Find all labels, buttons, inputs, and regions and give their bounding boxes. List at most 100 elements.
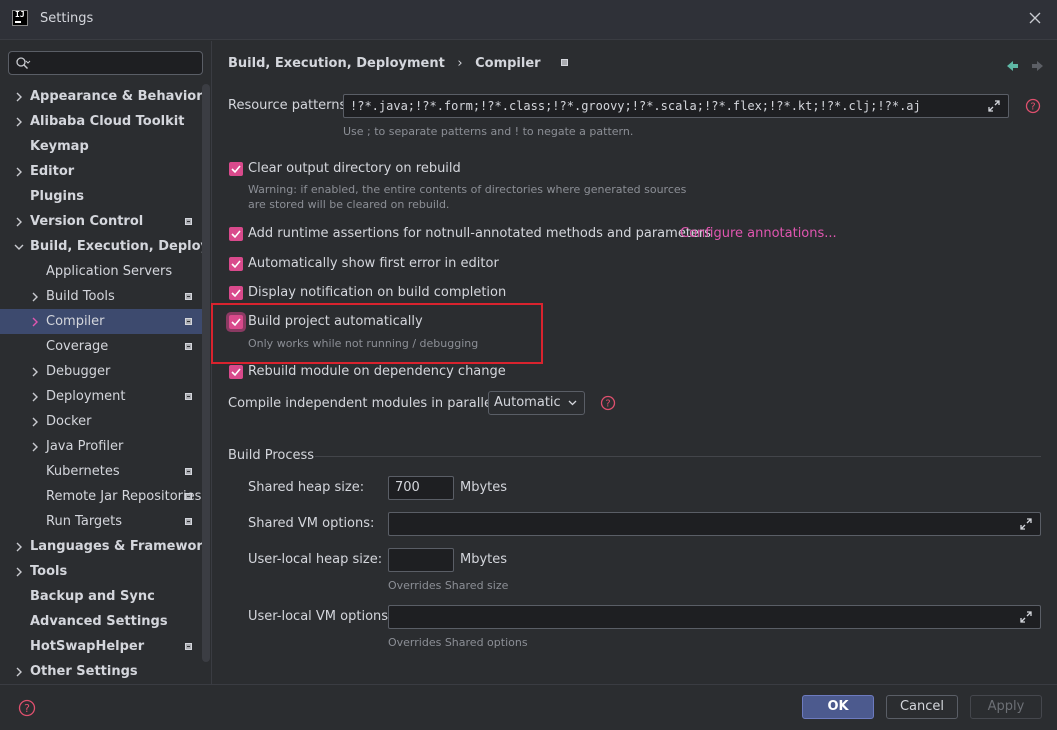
sidebar-item-compiler[interactable]: Compiler bbox=[0, 309, 202, 334]
project-level-badge-icon bbox=[185, 218, 192, 225]
chevron-right-icon[interactable] bbox=[30, 392, 40, 402]
sidebar-item-build-tools[interactable]: Build Tools bbox=[0, 284, 202, 309]
sidebar-item-deployment[interactable]: Deployment bbox=[0, 384, 202, 409]
chevron-right-icon[interactable] bbox=[30, 367, 40, 377]
sidebar-item-kubernetes[interactable]: Kubernetes bbox=[0, 459, 202, 484]
project-level-badge-icon bbox=[185, 393, 192, 400]
clear-output-warning-line1: Warning: if enabled, the entire contents… bbox=[248, 183, 687, 196]
sidebar-item-label: Version Control bbox=[30, 214, 144, 229]
local-heap-hint: Overrides Shared size bbox=[388, 579, 509, 592]
local-vm-hint: Overrides Shared options bbox=[388, 636, 528, 649]
search-input[interactable] bbox=[8, 51, 203, 75]
chevron-right-icon[interactable] bbox=[14, 567, 24, 577]
project-level-badge-icon bbox=[185, 643, 192, 650]
sidebar-scrollbar[interactable] bbox=[202, 84, 210, 662]
help-icon[interactable]: ? bbox=[18, 699, 36, 717]
local-heap-input[interactable] bbox=[388, 548, 454, 572]
window-title: Settings bbox=[40, 11, 94, 26]
back-arrow-icon[interactable] bbox=[1007, 61, 1018, 71]
chevron-right-icon[interactable] bbox=[14, 217, 24, 227]
sidebar-item-backup-and-sync[interactable]: Backup and Sync bbox=[0, 584, 202, 609]
sidebar-item-label: Compiler bbox=[46, 314, 105, 329]
chevron-right-icon[interactable] bbox=[14, 167, 24, 177]
help-icon[interactable]: ? bbox=[1025, 98, 1041, 114]
notify-build-label: Display notification on build completion bbox=[248, 285, 507, 300]
expand-icon[interactable] bbox=[1020, 611, 1032, 623]
sidebar-item-alibaba-cloud-toolkit[interactable]: Alibaba Cloud Toolkit bbox=[0, 109, 202, 134]
runtime-assertions-label: Add runtime assertions for notnull-annot… bbox=[248, 226, 712, 241]
runtime-assertions-checkbox[interactable] bbox=[229, 227, 243, 241]
show-first-error-checkbox[interactable] bbox=[229, 257, 243, 271]
local-vm-input[interactable] bbox=[388, 605, 1041, 629]
shared-vm-input[interactable] bbox=[388, 512, 1041, 536]
resource-patterns-input[interactable]: !?*.java;!?*.form;!?*.class;!?*.groovy;!… bbox=[343, 94, 1009, 118]
checkmark-icon bbox=[231, 368, 241, 377]
expand-icon[interactable] bbox=[1020, 518, 1032, 530]
intellij-app-icon: IJ bbox=[12, 10, 28, 26]
rebuild-module-checkbox[interactable] bbox=[229, 365, 243, 379]
build-process-section-title: Build Process bbox=[228, 448, 315, 463]
rebuild-module-label: Rebuild module on dependency change bbox=[248, 364, 506, 379]
sidebar-item-hotswaphelper[interactable]: HotSwapHelper bbox=[0, 634, 202, 659]
sidebar-item-plugins[interactable]: Plugins bbox=[0, 184, 202, 209]
close-icon[interactable] bbox=[1027, 10, 1043, 26]
sidebar-item-label: Plugins bbox=[30, 189, 84, 204]
checkmark-icon bbox=[231, 165, 241, 174]
chevron-right-icon[interactable] bbox=[30, 442, 40, 452]
expand-icon[interactable] bbox=[988, 100, 1000, 112]
project-level-badge-icon bbox=[185, 468, 192, 475]
chevron-right-icon[interactable] bbox=[14, 92, 24, 102]
sidebar-item-other-settings[interactable]: Other Settings bbox=[0, 659, 202, 684]
shared-heap-input[interactable]: 700 bbox=[388, 476, 454, 500]
sidebar-item-appearance-behavior[interactable]: Appearance & Behavior bbox=[0, 84, 202, 109]
sidebar-item-languages-frameworks[interactable]: Languages & Frameworks bbox=[0, 534, 202, 559]
chevron-right-icon[interactable] bbox=[30, 292, 40, 302]
chevron-down-icon[interactable] bbox=[14, 242, 24, 252]
cancel-button[interactable]: Cancel bbox=[886, 695, 958, 719]
sidebar-item-version-control[interactable]: Version Control bbox=[0, 209, 202, 234]
configure-annotations-link[interactable]: Configure annotations... bbox=[680, 226, 837, 241]
sidebar-item-keymap[interactable]: Keymap bbox=[0, 134, 202, 159]
parallel-compile-value: Automatic bbox=[494, 395, 561, 410]
ok-button[interactable]: OK bbox=[802, 695, 874, 719]
shared-heap-unit: Mbytes bbox=[460, 480, 508, 495]
sidebar-item-tools[interactable]: Tools bbox=[0, 559, 202, 584]
sidebar-item-coverage[interactable]: Coverage bbox=[0, 334, 202, 359]
checkmark-icon bbox=[231, 260, 241, 269]
highlight-annotation-box bbox=[211, 303, 543, 364]
sidebar-item-debugger[interactable]: Debugger bbox=[0, 359, 202, 384]
sidebar-item-label: Java Profiler bbox=[46, 439, 124, 454]
sidebar-item-docker[interactable]: Docker bbox=[0, 409, 202, 434]
chevron-right-icon[interactable] bbox=[30, 317, 40, 327]
build-automatically-checkbox[interactable] bbox=[229, 315, 243, 329]
notify-build-checkbox[interactable] bbox=[229, 286, 243, 300]
checkmark-icon bbox=[231, 289, 241, 298]
parallel-compile-select[interactable]: Automatic bbox=[488, 391, 585, 415]
sidebar-item-advanced-settings[interactable]: Advanced Settings bbox=[0, 609, 202, 634]
sidebar-item-remote-jar-repositories[interactable]: Remote Jar Repositories bbox=[0, 484, 202, 509]
breadcrumb-parent[interactable]: Build, Execution, Deployment bbox=[228, 56, 445, 71]
chevron-right-icon[interactable] bbox=[30, 417, 40, 427]
project-level-badge-icon bbox=[561, 59, 569, 66]
sidebar-item-editor[interactable]: Editor bbox=[0, 159, 202, 184]
sidebar-item-label: Alibaba Cloud Toolkit bbox=[30, 114, 185, 129]
search-icon bbox=[16, 57, 31, 69]
chevron-right-icon[interactable] bbox=[14, 667, 24, 677]
sidebar-item-label: Advanced Settings bbox=[30, 614, 168, 629]
sidebar-item-label: Keymap bbox=[30, 139, 89, 154]
build-automatically-label: Build project automatically bbox=[248, 314, 423, 329]
help-icon[interactable]: ? bbox=[600, 395, 616, 411]
chevron-right-icon[interactable] bbox=[14, 117, 24, 127]
chevron-right-icon[interactable] bbox=[14, 542, 24, 552]
sidebar-item-java-profiler[interactable]: Java Profiler bbox=[0, 434, 202, 459]
apply-button[interactable]: Apply bbox=[970, 695, 1042, 719]
compiler-settings-panel: Build, Execution, Deployment › Compiler … bbox=[211, 41, 1057, 684]
settings-tree: Appearance & Behavior Alibaba Cloud Toolk… bbox=[0, 84, 202, 684]
sidebar-item-run-targets[interactable]: Run Targets bbox=[0, 509, 202, 534]
forward-arrow-icon[interactable] bbox=[1032, 61, 1043, 71]
project-level-badge-icon bbox=[185, 493, 192, 500]
clear-output-checkbox[interactable] bbox=[229, 162, 243, 176]
sidebar-item-build-execution-deployment[interactable]: Build, Execution, Deployment bbox=[0, 234, 202, 259]
sidebar-item-label: Application Servers bbox=[46, 264, 173, 279]
sidebar-item-application-servers[interactable]: Application Servers bbox=[0, 259, 202, 284]
